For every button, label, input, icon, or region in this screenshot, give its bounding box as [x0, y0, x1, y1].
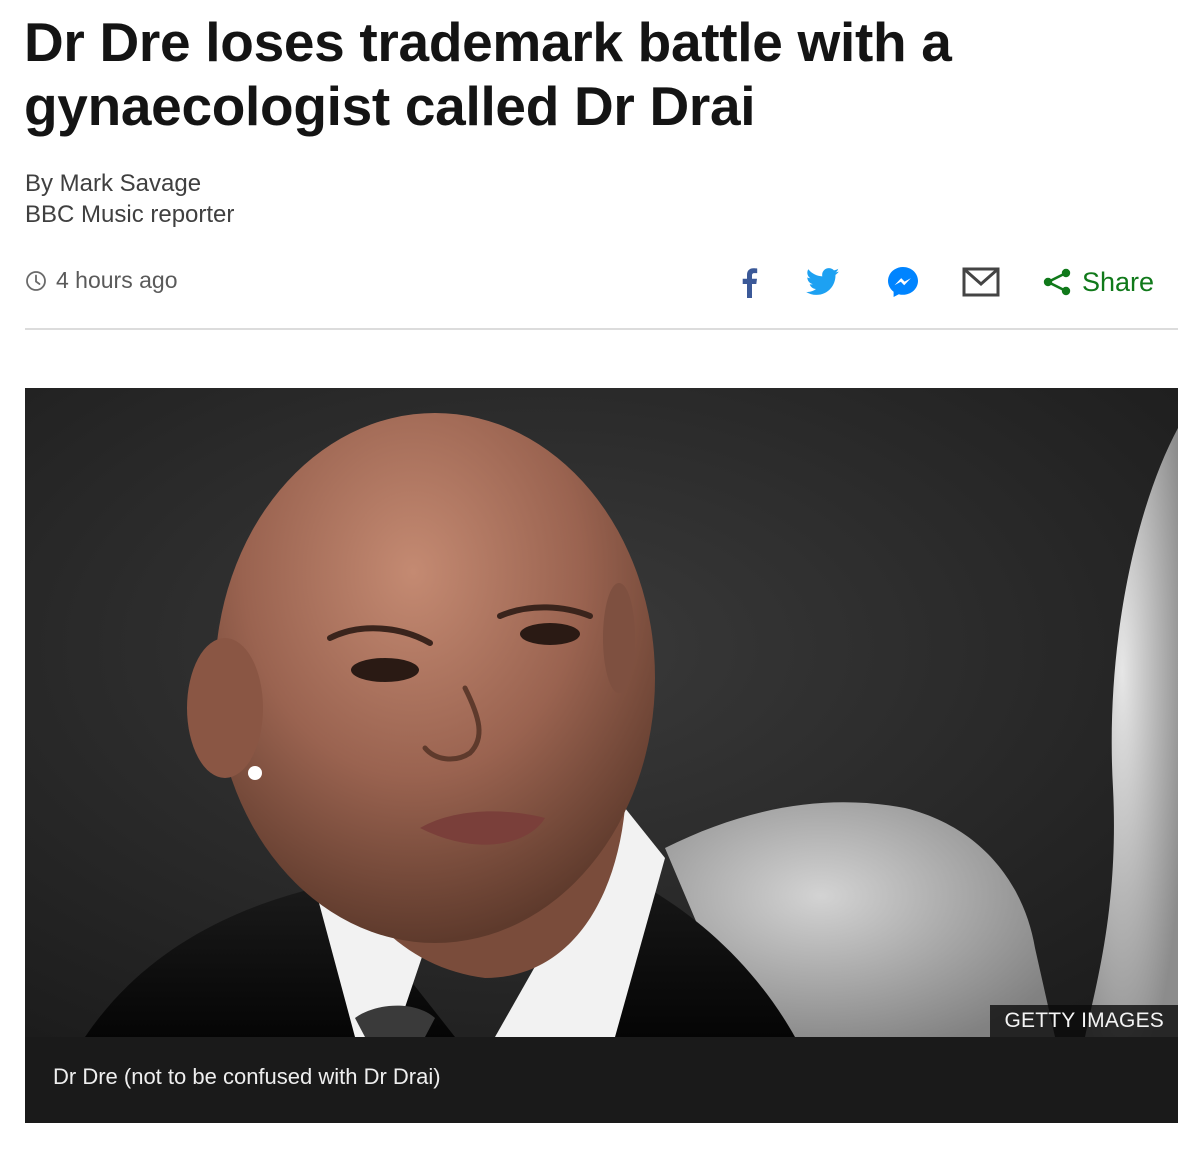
facebook-icon [742, 268, 758, 298]
portrait-image [25, 388, 1178, 1037]
article-meta-row: 4 hours ago Share [25, 262, 1178, 302]
share-icon [1043, 268, 1071, 296]
byline: By Mark Savage BBC Music reporter [25, 168, 234, 230]
timestamp: 4 hours ago [25, 267, 177, 294]
messenger-icon [887, 267, 918, 297]
messenger-share-button[interactable] [886, 265, 920, 299]
twitter-icon [805, 268, 840, 295]
share-label: Share [1081, 266, 1154, 297]
article-headline: Dr Dre loses trademark battle with a gyn… [24, 11, 952, 137]
image-caption: Dr Dre (not to be confused with Dr Drai) [25, 1037, 1178, 1123]
article-figure: GETTY IMAGES Dr Dre (not to be confused … [25, 388, 1178, 1123]
facebook-share-button[interactable] [740, 266, 758, 298]
email-icon [962, 267, 1000, 297]
byline-author: By Mark Savage [25, 170, 202, 197]
image-credit: GETTY IMAGES [990, 1005, 1178, 1037]
divider [25, 328, 1178, 330]
twitter-share-button[interactable] [805, 268, 840, 296]
clock-icon [26, 270, 46, 291]
image-caption-text: Dr Dre (not to be confused with Dr Drai) [53, 1064, 441, 1089]
byline-role: BBC Music reporter [25, 201, 235, 228]
share-tools: Share [740, 262, 1154, 302]
timestamp-text: 4 hours ago [56, 267, 178, 293]
email-share-button[interactable] [962, 267, 1000, 297]
article-photo: GETTY IMAGES [25, 388, 1178, 1037]
share-button[interactable]: Share [1042, 267, 1154, 298]
